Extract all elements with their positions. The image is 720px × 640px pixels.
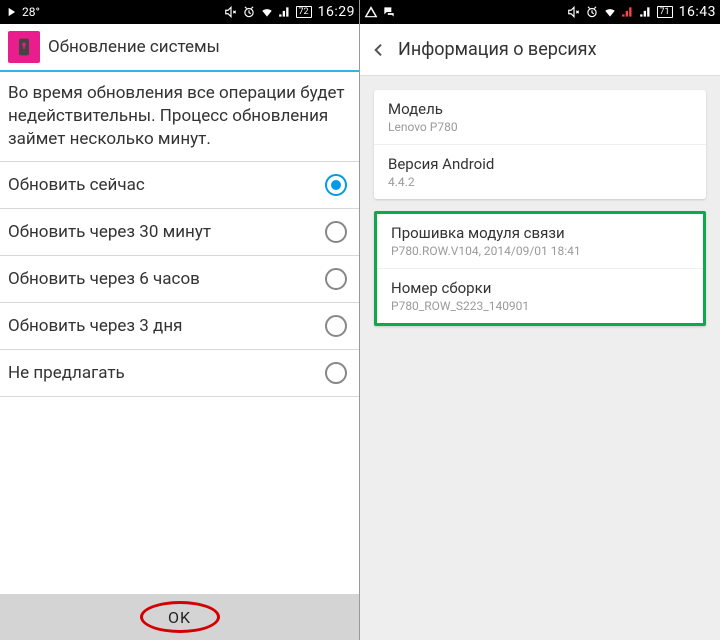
row-baseband[interactable]: Прошивка модуля связи P780.ROW.V104, 201… xyxy=(377,214,703,268)
option-label: Обновить сейчас xyxy=(8,175,325,195)
temperature: 28° xyxy=(22,5,40,19)
signal-icon-2 xyxy=(639,5,653,19)
row-build-number[interactable]: Номер сборки P780_ROW_S223_140901 xyxy=(377,268,703,323)
alarm-icon xyxy=(242,5,256,19)
title-bar: Информация о версиях xyxy=(360,24,720,76)
chat-icon xyxy=(382,5,396,19)
row-sub: P780_ROW_S223_140901 xyxy=(391,299,689,313)
alarm-icon xyxy=(585,5,599,19)
info-card-2-highlighted: Прошивка модуля связи P780.ROW.V104, 201… xyxy=(374,211,706,326)
phone-right: 71 16:43 Информация о версиях Модель Len… xyxy=(360,0,720,640)
title-bar: Обновление системы xyxy=(0,24,359,72)
play-icon xyxy=(4,5,18,19)
phone-left: 28° 72 16:29 Обновление системы Во время… xyxy=(0,0,360,640)
wifi-icon xyxy=(603,5,617,19)
back-button[interactable] xyxy=(366,37,392,63)
radio-icon xyxy=(325,362,347,384)
option-label: Обновить через 30 минут xyxy=(8,222,325,242)
status-bar: 28° 72 16:29 xyxy=(0,0,359,24)
info-card-1: Модель Lenovo P780 Версия Android 4.4.2 xyxy=(374,90,706,199)
option-update-6h[interactable]: Обновить через 6 часов xyxy=(0,255,359,302)
radio-icon xyxy=(325,221,347,243)
page-title: Информация о версиях xyxy=(398,39,597,60)
option-label: Не предлагать xyxy=(8,363,325,383)
option-label: Обновить через 3 дня xyxy=(8,316,325,336)
mute-icon xyxy=(224,5,238,19)
radio-icon xyxy=(325,174,347,196)
status-bar: 71 16:43 xyxy=(360,0,720,24)
chevron-left-icon xyxy=(371,42,387,58)
option-update-now[interactable]: Обновить сейчас xyxy=(0,161,359,208)
intro-text: Во время обновления все операции будет н… xyxy=(0,72,359,161)
option-label: Обновить через 6 часов xyxy=(8,269,325,289)
ok-button[interactable]: OK xyxy=(0,594,359,640)
radio-icon xyxy=(325,268,347,290)
row-sub: 4.4.2 xyxy=(388,175,692,189)
radio-icon xyxy=(325,315,347,337)
row-title: Версия Android xyxy=(388,155,692,173)
battery-level: 72 xyxy=(296,6,312,18)
signal-icon xyxy=(278,5,292,19)
signal-icon xyxy=(621,5,635,19)
wifi-icon xyxy=(260,5,274,19)
row-model[interactable]: Модель Lenovo P780 xyxy=(374,90,706,144)
row-title: Номер сборки xyxy=(391,279,689,297)
row-sub: P780.ROW.V104, 2014/09/01 18:41 xyxy=(391,244,689,258)
page-title: Обновление системы xyxy=(48,37,220,57)
row-sub: Lenovo P780 xyxy=(388,120,692,134)
row-android-version[interactable]: Версия Android 4.4.2 xyxy=(374,144,706,199)
battery-level: 71 xyxy=(657,6,673,18)
option-never[interactable]: Не предлагать xyxy=(0,349,359,397)
option-update-30min[interactable]: Обновить через 30 минут xyxy=(0,208,359,255)
row-title: Модель xyxy=(388,100,692,118)
app-icon xyxy=(8,31,40,63)
mute-icon xyxy=(567,5,581,19)
clock: 16:43 xyxy=(679,4,716,20)
update-options: Обновить сейчас Обновить через 30 минут … xyxy=(0,161,359,397)
clock: 16:29 xyxy=(318,4,355,20)
ok-label: OK xyxy=(168,608,191,627)
warning-icon xyxy=(364,5,378,19)
row-title: Прошивка модуля связи xyxy=(391,224,689,242)
option-update-3d[interactable]: Обновить через 3 дня xyxy=(0,302,359,349)
